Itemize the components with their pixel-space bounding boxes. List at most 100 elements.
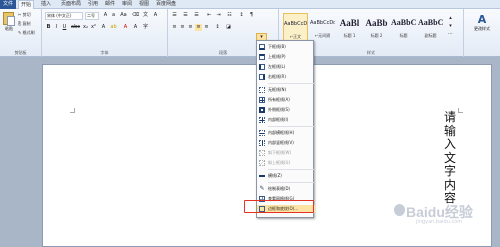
superscript-icon[interactable]: x² [90,24,97,31]
bold-icon[interactable]: B [45,24,52,31]
change-case-icon[interactable]: Aa [120,12,127,19]
menu-item-label: 所有框线(A) [268,97,290,102]
tab-mailings[interactable]: 邮件 [103,0,117,9]
style-no-spacing[interactable]: AaBbCcDd ↵无间隔 [310,13,335,43]
tab-page-layout[interactable]: 页面布局 [59,0,83,9]
text-effects-icon[interactable]: A [100,24,107,31]
vertical-text-char: 字 [443,164,456,178]
numbering-icon[interactable]: ☰ [182,12,189,19]
diagonal-down-border-icon [259,150,265,156]
vertical-text-char: 输 [443,123,456,138]
italic-icon[interactable]: I [53,24,60,31]
change-styles-group: A 更改样式 [464,9,500,57]
menu-item-label: 斜下框线(W) [268,150,292,155]
menu-item-no-border[interactable]: 无框线(N) [257,86,315,94]
tab-baidu-netdisk[interactable]: 百度网盘 [154,0,178,9]
enclose-char-icon[interactable]: 字 [142,24,149,31]
paste-button[interactable]: 粘贴 [2,11,16,31]
change-styles-label: 更改样式 [474,26,490,31]
format-painter-button[interactable]: ✎ 格式刷 [18,30,35,36]
style-subtitle[interactable]: AaBbC 副标题 [418,13,443,43]
font-name-select[interactable]: 宋体 (中文正) [45,12,83,20]
subscript-icon[interactable]: x₂ [82,24,89,31]
menu-item-label: 内部竖框线(V) [268,140,294,145]
font-group: 宋体 (中文正) 二号 A a Aa ⌫ 文 A B I U abc x₂ x²… [42,9,168,57]
style-sample: AaBbCcDd [284,21,307,27]
menu-item-inside-vertical[interactable]: 内部竖框线(V) [257,139,315,147]
inside-vertical-border-icon [259,140,265,146]
menu-item-draw-table[interactable]: ✎ 绘制表格(D) [257,185,315,193]
style-heading-2[interactable]: AaBb 标题 2 [364,13,389,43]
style-normal[interactable]: AaBbCcDd ↵正文 [283,13,308,43]
style-sample: AaBl [339,18,360,28]
align-center-icon[interactable]: ≡ [179,24,186,31]
inside-borders-icon [259,117,265,123]
char-shading-icon[interactable]: A [132,24,139,31]
baidu-watermark: Baidu经验 jingyan.baidu.com [392,199,500,229]
baidu-paw-icon [394,204,405,216]
menu-item-label: 外侧框线(S) [268,107,290,112]
align-left-icon[interactable]: ≡ [171,24,178,31]
menu-item-all-borders[interactable]: 所有框线(A) [257,96,315,104]
menu-item-left-border[interactable]: 左框线(L) [257,63,315,71]
menu-item-right-border[interactable]: 右框线(R) [257,73,315,81]
change-styles-icon: A [477,13,487,26]
menu-item-outside-borders[interactable]: 外侧框线(S) [257,106,315,114]
style-sample: AaBb [365,18,388,28]
menu-separator [268,126,314,127]
change-styles-button[interactable]: A 更改样式 [469,13,495,41]
distributed-icon[interactable]: ≡ [203,24,210,31]
tab-insert[interactable]: 插入 [38,0,54,9]
top-border-icon [259,54,265,60]
sort-icon[interactable]: ↕ [238,12,245,19]
paste-label: 粘贴 [5,26,13,31]
menu-separator [268,182,314,183]
menu-item-top-border[interactable]: 上框线(P) [257,53,315,61]
phonetic-guide-icon[interactable]: 文 [142,12,149,19]
font-color-icon[interactable]: A [122,24,129,31]
copy-label: 复制 [22,21,31,26]
clear-format-icon[interactable]: ⌫ [132,12,139,19]
cut-button[interactable]: ✂ 剪切 [18,12,31,18]
highlight-color-icon[interactable]: ab [110,24,117,31]
menu-item-bottom-border[interactable]: 下框线(B) [257,43,315,51]
vertical-text[interactable]: 请输入文字内容 [443,110,457,206]
tab-file[interactable]: 文件 [0,0,16,9]
decrease-indent-icon[interactable]: ⇤ [206,12,213,19]
all-borders-icon [259,97,265,103]
format-painter-label: 格式刷 [22,30,35,35]
no-border-icon [259,87,265,93]
styles-scroll-down-icon[interactable]: ▾ [447,23,454,30]
shading-icon[interactable]: ◪ [225,24,232,31]
diagonal-up-border-icon [259,160,265,166]
font-size-select[interactable]: 二号 [85,12,99,20]
char-border-icon[interactable]: A [152,12,159,19]
menu-item-inside-borders[interactable]: 内部框线(I) [257,116,315,124]
menu-item-label: 斜上框线(U) [268,160,291,165]
tab-home[interactable]: 开始 [18,0,34,9]
justify-icon[interactable]: ≡ [195,24,202,31]
multilevel-list-icon[interactable]: ☰ [193,12,200,19]
line-spacing-icon[interactable]: ↕ [214,24,221,31]
underline-icon[interactable]: U [61,24,68,31]
grow-font-icon[interactable]: A [102,12,109,19]
align-right-icon[interactable]: ≡ [187,24,194,31]
shrink-font-icon[interactable]: a [110,12,117,19]
strikethrough-icon[interactable]: abc [71,24,80,31]
font-group-label: 字体 [100,50,109,55]
tab-review[interactable]: 审阅 [120,0,134,9]
menu-item-horizontal-line[interactable]: 横线(Z) [257,172,315,180]
tab-references[interactable]: 引用 [86,0,100,9]
tab-view[interactable]: 视图 [137,0,151,9]
style-heading-1[interactable]: AaBl 标题 1 [337,13,362,43]
style-name: 标题 1 [343,33,356,38]
chinese-layout-icon[interactable]: ☷ [226,12,233,19]
copy-button[interactable]: ⎘ 复制 [18,21,30,27]
increase-indent-icon[interactable]: ⇥ [215,12,222,19]
bullets-icon[interactable]: ☰ [171,12,178,19]
style-title[interactable]: AaBbC 标题 [391,13,416,43]
styles-more-icon[interactable]: ⋯ [447,31,454,38]
menu-item-inside-horizontal[interactable]: 内部横框线(H) [257,129,315,137]
show-marks-icon[interactable]: ¶ [248,12,255,19]
styles-scroll-up-icon[interactable]: ▴ [447,15,454,22]
